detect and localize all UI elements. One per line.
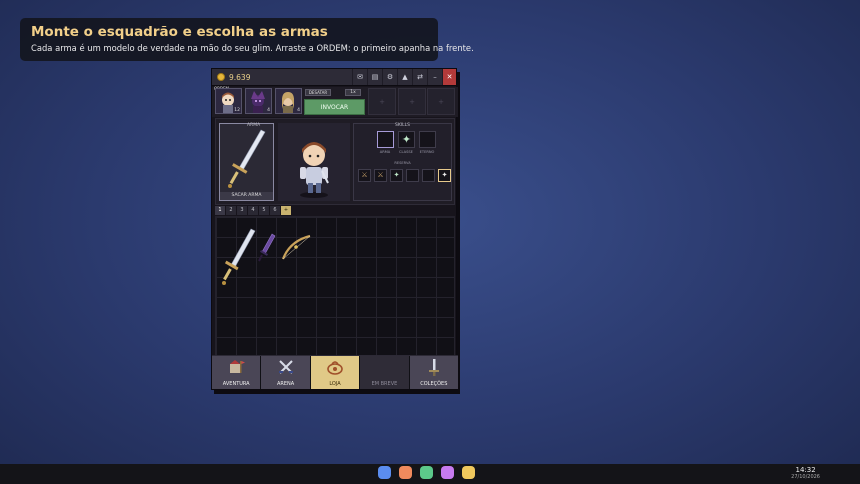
party-slot-3[interactable]: 4 <box>275 88 302 114</box>
gold-amount: 9.639 <box>229 72 251 82</box>
inventory-tab-6[interactable]: 6 <box>270 206 280 215</box>
book-icon[interactable]: ▤ <box>367 69 382 85</box>
reserve-slot-5[interactable] <box>422 169 435 182</box>
reserve-slot-2[interactable]: ⚔ <box>374 169 387 182</box>
inventory-tab-2[interactable]: 2 <box>226 206 236 215</box>
reserve-slot-6[interactable]: ✦ <box>438 169 451 182</box>
empty-party-slot[interactable]: + <box>368 88 396 115</box>
skills-panel: SKILLS ✦ ARMA CLASSE ETERNO RESERVA ⚔ ⚔ … <box>353 123 452 201</box>
nav-arena[interactable]: ARENA <box>261 356 311 389</box>
dagger-item-icon[interactable] <box>257 232 277 264</box>
skill-label-eterno: ETERNO <box>419 150 435 154</box>
dock-app-3[interactable] <box>420 466 433 479</box>
reserve-slot-1[interactable]: ⚔ <box>358 169 371 182</box>
nav-aventura[interactable]: AVENTURA <box>212 356 262 389</box>
dock-app-5[interactable] <box>462 466 475 479</box>
party-level-1: 12 <box>234 108 240 113</box>
reserve-slot-4[interactable] <box>406 169 419 182</box>
nav-loja[interactable]: LOJA <box>310 356 361 389</box>
taskbar-dock <box>378 466 475 479</box>
crossed-swords-icon <box>278 360 293 374</box>
window-titlebar[interactable]: 9.639 ✉ ▤ ⚙ ▲ ⇄ – ✕ <box>212 69 456 86</box>
skill-slot-classe[interactable]: ✦ <box>398 131 415 148</box>
tutorial-banner: Monte o esquadrão e escolha as armas Cad… <box>20 18 474 61</box>
inventory-tab-1[interactable]: 1 <box>215 206 225 215</box>
reserve-title: RESERVA <box>394 161 411 165</box>
desatar-button[interactable]: DESATAR <box>305 89 331 96</box>
inventory-grid[interactable] <box>215 216 455 356</box>
coin-icon <box>217 73 225 81</box>
skill-slot-eterno[interactable] <box>419 131 436 148</box>
close-icon[interactable]: ✕ <box>442 69 456 85</box>
nav-arena-label: ARENA <box>277 381 295 387</box>
empty-party-slot[interactable]: + <box>398 88 426 115</box>
skills-title: SKILLS <box>394 123 410 128</box>
summon-button[interactable]: INVOCAR <box>304 99 365 115</box>
party-level-2: 4 <box>267 108 270 113</box>
party-slot-2[interactable]: 4 <box>245 88 272 114</box>
nav-aventura-label: AVENTURA <box>222 381 250 387</box>
add-tab-button[interactable]: + <box>281 206 291 215</box>
inventory-tab-5[interactable]: 5 <box>259 206 269 215</box>
nav-colecoes-label: COLEÇÕES <box>420 381 448 387</box>
character-preview <box>278 123 350 201</box>
reserve-slot-3[interactable]: ✦ <box>390 169 403 182</box>
banner-subtitle: Cada arma é um modelo de verdade na mão … <box>31 43 474 53</box>
bag-icon[interactable]: ▲ <box>397 69 412 85</box>
gear-icon[interactable]: ⚙ <box>382 69 397 85</box>
party-level-3: 4 <box>297 108 300 113</box>
party-slot-1[interactable]: 12 <box>215 88 242 114</box>
shop-bag-icon <box>327 361 343 375</box>
draw-weapon-button[interactable]: SACAR ARMA <box>220 192 273 200</box>
nav-colecoes[interactable]: COLEÇÕES <box>409 356 459 389</box>
inventory-tab-4[interactable]: 4 <box>248 206 258 215</box>
banner-title: Monte o esquadrão e escolha as armas <box>31 24 328 40</box>
sword-icon <box>228 129 266 188</box>
adventure-icon <box>230 360 246 373</box>
swap-icon[interactable]: ⇄ <box>412 69 427 85</box>
empty-party-slot[interactable]: + <box>427 88 455 115</box>
sword-collection-icon <box>428 359 439 376</box>
nav-loja-label: LOJA <box>329 381 341 387</box>
clock-date: 27/10/2026 <box>791 474 820 480</box>
party-row: ORDEM 12 4 4 DESATAR 1x INVOCAR + + <box>212 86 458 117</box>
bow-item-icon[interactable] <box>280 233 314 263</box>
mail-icon[interactable]: ✉ <box>352 69 367 85</box>
equip-panel: ARMA SACAR ARMA SKILLS ✦ ARMA CLASSE ETE… <box>215 118 455 205</box>
clock-time: 14:32 <box>795 466 816 474</box>
glim-character-icon <box>300 142 329 198</box>
nav-em-breve-label: EM BREVE <box>371 381 398 387</box>
equipped-weapon-card[interactable]: ARMA SACAR ARMA <box>219 123 274 201</box>
minimize-icon[interactable]: – <box>427 69 442 85</box>
speed-toggle[interactable]: 1x <box>345 89 361 96</box>
sword-item-icon[interactable] <box>221 227 257 289</box>
inventory-tabs: 1 2 3 4 5 6 + <box>215 206 291 215</box>
game-window: 9.639 ✉ ▤ ⚙ ▲ ⇄ – ✕ ORDEM 12 4 <box>211 68 459 390</box>
dock-app-4[interactable] <box>441 466 454 479</box>
taskbar-clock[interactable]: 14:32 27/10/2026 <box>791 466 820 480</box>
dock-app-2[interactable] <box>399 466 412 479</box>
skill-slot-arma[interactable] <box>377 131 394 148</box>
bottom-nav: AVENTURA ARENA LOJA EM BREVE COLEÇÕES <box>212 355 459 389</box>
nav-em-breve: EM BREVE <box>360 356 410 389</box>
inventory-tab-3[interactable]: 3 <box>237 206 247 215</box>
dock-app-1[interactable] <box>378 466 391 479</box>
